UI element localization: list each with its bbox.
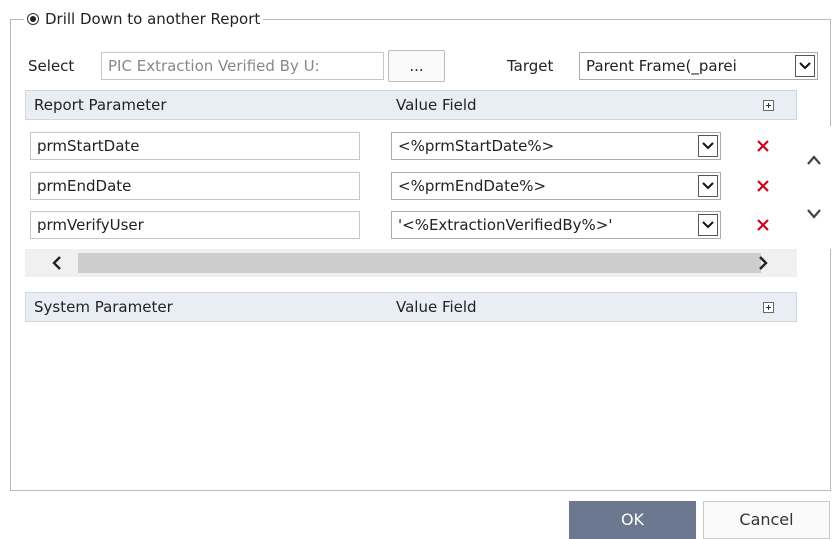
param-value-text: '<%ExtractionVerifiedBy%>'	[398, 216, 613, 234]
delete-icon[interactable]	[755, 138, 771, 154]
scroll-left-icon[interactable]	[51, 256, 63, 270]
select-label: Select	[28, 57, 75, 75]
scroll-down-icon[interactable]	[806, 208, 822, 220]
param-name-input[interactable]: prmEndDate	[30, 172, 360, 200]
chevron-down-icon[interactable]	[698, 135, 718, 157]
ok-button[interactable]: OK	[569, 501, 696, 539]
cancel-button[interactable]: Cancel	[703, 501, 830, 539]
param-value-select[interactable]: <%prmStartDate%>	[391, 132, 721, 160]
param-value-select[interactable]: '<%ExtractionVerifiedBy%>'	[391, 211, 721, 239]
param-value-select[interactable]: <%prmEndDate%>	[391, 172, 721, 200]
scroll-right-icon[interactable]	[757, 256, 769, 270]
chevron-down-icon[interactable]	[795, 55, 815, 77]
horizontal-scrollbar[interactable]	[25, 249, 797, 277]
drilldown-legend[interactable]: Drill Down to another Report	[24, 8, 264, 30]
target-label: Target	[507, 57, 554, 75]
scroll-up-icon[interactable]	[806, 154, 822, 166]
scrollbar-thumb[interactable]	[78, 253, 761, 273]
param-value-text: <%prmStartDate%>	[398, 137, 555, 155]
chevron-down-icon[interactable]	[698, 214, 718, 236]
target-select-value: Parent Frame(_parei	[586, 57, 737, 75]
param-name-input[interactable]: prmVerifyUser	[30, 211, 360, 239]
add-system-param-icon[interactable]	[763, 302, 774, 313]
drilldown-radio[interactable]	[27, 13, 39, 25]
target-select[interactable]: Parent Frame(_parei	[579, 52, 818, 80]
system-param-header: System Parameter Value Field	[25, 292, 797, 322]
report-param-header: Report Parameter Value Field	[25, 90, 797, 120]
delete-icon[interactable]	[755, 217, 771, 233]
add-report-param-icon[interactable]	[763, 100, 774, 111]
report-select-input[interactable]: PIC Extraction Verified By U:	[101, 52, 384, 80]
chevron-down-icon[interactable]	[698, 175, 718, 197]
drilldown-radio-label: Drill Down to another Report	[45, 10, 261, 28]
param-value-text: <%prmEndDate%>	[398, 177, 547, 195]
browse-report-button[interactable]: ...	[388, 50, 445, 82]
value-field-col-label: Value Field	[396, 96, 477, 114]
param-name-input[interactable]: prmStartDate	[30, 132, 360, 160]
delete-icon[interactable]	[755, 178, 771, 194]
vertical-scroll-area	[797, 126, 831, 249]
value-field-col-label: Value Field	[396, 298, 477, 316]
system-param-col-label: System Parameter	[34, 298, 173, 316]
report-param-col-label: Report Parameter	[34, 96, 167, 114]
